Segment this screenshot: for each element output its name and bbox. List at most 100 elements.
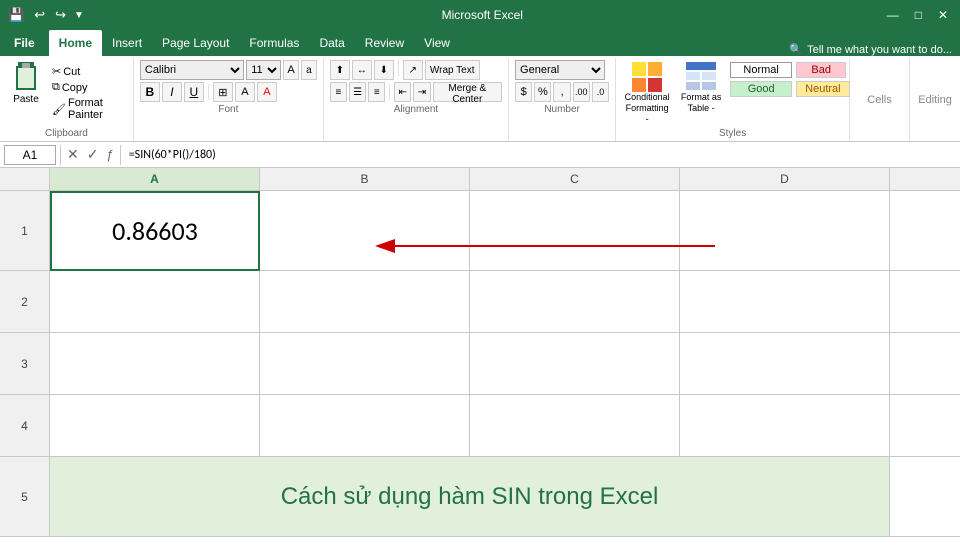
cut-button[interactable]: ✂ Cut (48, 64, 127, 79)
align-top-btn[interactable]: ⬆ (330, 60, 350, 80)
cell-b1[interactable] (260, 191, 470, 271)
number-label: Number (515, 104, 609, 115)
formula-bar: ✕ ✓ ƒ (0, 142, 960, 168)
tab-file[interactable]: File (0, 30, 49, 56)
wrap-text-btn[interactable]: Wrap Text (425, 60, 480, 80)
ribbon-content: Paste ✂ Cut ⧉ Copy 🖌 Format Painter Clip… (0, 56, 960, 142)
app-title: Microsoft Excel (86, 8, 879, 22)
tab-view[interactable]: View (414, 30, 460, 56)
format-table-button[interactable]: Format as Table - (676, 60, 726, 116)
col-header-d[interactable]: D (680, 168, 890, 190)
paste-label: Paste (13, 94, 39, 105)
grid-row-3 (50, 333, 960, 395)
row-header-5[interactable]: 5 (0, 457, 49, 537)
cell-d4[interactable] (680, 395, 890, 457)
align-bottom-btn[interactable]: ⬇ (374, 60, 394, 80)
neutral-style[interactable]: Neutral (796, 81, 849, 97)
paste-button[interactable]: Paste (6, 60, 46, 107)
cancel-formula-btn[interactable]: ✕ (65, 146, 81, 163)
font-color-btn[interactable]: A (257, 82, 277, 102)
tab-review[interactable]: Review (355, 30, 414, 56)
number-format-select[interactable]: General (515, 60, 605, 80)
increase-decimal-btn[interactable]: .0 (592, 82, 609, 102)
increase-indent-btn[interactable]: ⇥ (413, 82, 430, 102)
italic-btn[interactable]: I (162, 82, 182, 102)
currency-btn[interactable]: $ (515, 82, 532, 102)
cell-b2[interactable] (260, 271, 470, 333)
brush-icon: 🖌 (52, 103, 66, 116)
cell-c2[interactable] (470, 271, 680, 333)
comma-btn[interactable]: , (553, 82, 570, 102)
align-right-btn[interactable]: ≡ (368, 82, 385, 102)
cell-a1[interactable]: 0.86603 (50, 191, 260, 271)
clipboard-group: Paste ✂ Cut ⧉ Copy 🖌 Format Painter Clip… (0, 58, 134, 141)
spreadsheet: A B C D 1 2 3 (0, 168, 960, 537)
normal-style[interactable]: Normal (730, 62, 792, 78)
border-btn[interactable]: ⊞ (213, 82, 233, 102)
scissors-icon: ✂ (52, 65, 61, 78)
align-center-btn[interactable]: ☰ (349, 82, 366, 102)
cell-reference-box[interactable] (4, 145, 56, 165)
cell-a4[interactable] (50, 395, 260, 457)
increase-font-btn[interactable]: A (283, 60, 299, 80)
font-size-select[interactable]: 11 (246, 60, 281, 80)
tab-formulas[interactable]: Formulas (239, 30, 309, 56)
fill-color-btn[interactable]: A (235, 82, 255, 102)
redo-btn[interactable]: ↪ (51, 5, 70, 25)
row-header-1[interactable]: 1 (0, 191, 49, 271)
cell-rest-5 (890, 457, 960, 537)
row-header-3[interactable]: 3 (0, 333, 49, 395)
font-family-select[interactable]: Calibri (140, 60, 244, 80)
minimize-btn[interactable]: — (879, 6, 907, 24)
save-btn[interactable]: 💾 (4, 5, 28, 25)
title-bar-area: 💾 ↩ ↪ ▼ Microsoft Excel — □ ✕ (0, 0, 960, 30)
tab-home[interactable]: Home (49, 30, 102, 56)
col-header-a[interactable]: A (50, 168, 260, 190)
window-controls: — □ ✕ (879, 6, 956, 24)
copy-icon: ⧉ (52, 81, 60, 94)
undo-btn[interactable]: ↩ (30, 5, 49, 25)
format-painter-button[interactable]: 🖌 Format Painter (48, 96, 127, 122)
decrease-font-btn[interactable]: a (301, 60, 317, 80)
decrease-indent-btn[interactable]: ⇤ (394, 82, 411, 102)
text-orient-btn[interactable]: ↗ (403, 60, 423, 80)
conditional-formatting-button[interactable]: Conditional Formatting - (622, 60, 672, 126)
col-header-b[interactable]: B (260, 168, 470, 190)
cell-a5[interactable]: Cách sử dụng hàm SIN trong Excel (50, 457, 890, 537)
conditional-formatting-icon (632, 62, 662, 92)
tab-page-layout[interactable]: Page Layout (152, 30, 239, 56)
cell-d2[interactable] (680, 271, 890, 333)
row-header-2[interactable]: 2 (0, 271, 49, 333)
dropdown-btn[interactable]: ▼ (72, 8, 86, 23)
col-header-c[interactable]: C (470, 168, 680, 190)
percent-btn[interactable]: % (534, 82, 551, 102)
maximize-btn[interactable]: □ (907, 6, 930, 24)
formula-input[interactable] (125, 148, 956, 162)
bold-btn[interactable]: B (140, 82, 160, 102)
align-middle-btn[interactable]: ↔ (352, 60, 372, 80)
tab-data[interactable]: Data (309, 30, 354, 56)
close-btn[interactable]: ✕ (930, 6, 956, 24)
merge-center-btn[interactable]: Merge & Center (433, 82, 502, 102)
cell-c3[interactable] (470, 333, 680, 395)
confirm-formula-btn[interactable]: ✓ (85, 146, 101, 163)
cell-d1[interactable] (680, 191, 890, 271)
cell-b4[interactable] (260, 395, 470, 457)
copy-button[interactable]: ⧉ Copy (48, 80, 127, 95)
align-left-btn[interactable]: ≡ (330, 82, 347, 102)
cell-d3[interactable] (680, 333, 890, 395)
insert-function-btn[interactable]: ƒ (104, 147, 115, 162)
cell-a3[interactable] (50, 333, 260, 395)
cell-a2[interactable] (50, 271, 260, 333)
cell-b3[interactable] (260, 333, 470, 395)
corner-cell (0, 168, 50, 190)
decrease-decimal-btn[interactable]: .00 (573, 82, 590, 102)
cell-c1[interactable] (470, 191, 680, 271)
bad-style[interactable]: Bad (796, 62, 846, 78)
search-bar: 🔍 Tell me what you want to do... (781, 43, 960, 56)
tab-insert[interactable]: Insert (102, 30, 152, 56)
cell-c4[interactable] (470, 395, 680, 457)
underline-btn[interactable]: U (184, 82, 204, 102)
good-style[interactable]: Good (730, 81, 792, 97)
row-header-4[interactable]: 4 (0, 395, 49, 457)
